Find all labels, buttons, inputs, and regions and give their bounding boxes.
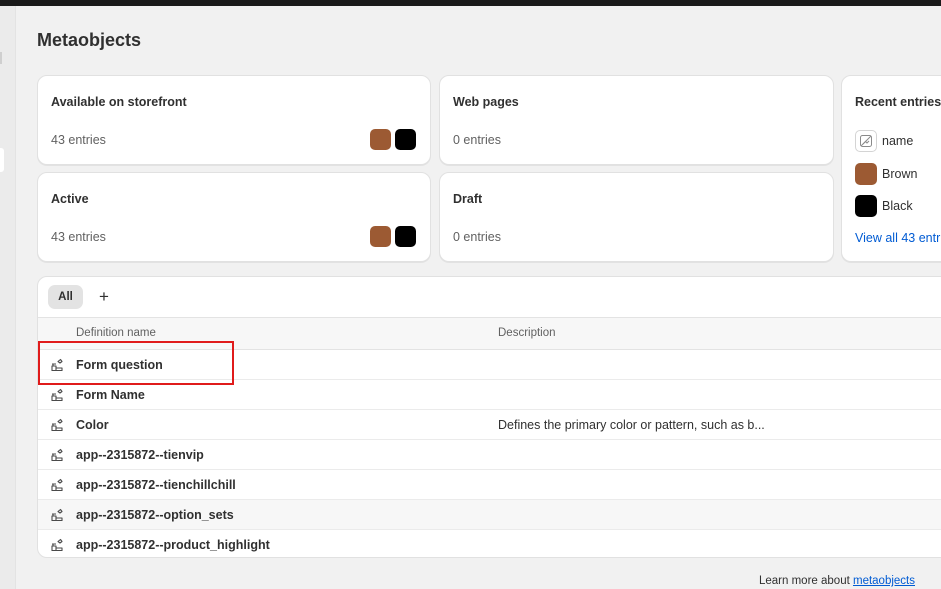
swatch-black	[395, 129, 416, 150]
metaobject-icon	[50, 388, 64, 402]
highlight-box	[38, 341, 234, 385]
card-title: Web pages	[453, 95, 519, 109]
table-row[interactable]: app--2315872--tienvip	[38, 440, 941, 470]
sidebar-marker	[0, 52, 2, 64]
column-definition-name[interactable]: Definition name	[76, 327, 156, 339]
tab-all[interactable]: All	[48, 285, 83, 309]
metaobject-icon	[50, 448, 64, 462]
card-active[interactable]: Active 43 entries	[37, 172, 431, 262]
definition-name: app--2315872--tienchillchill	[76, 478, 236, 492]
definition-name: app--2315872--product_highlight	[76, 538, 270, 552]
swatch-black	[395, 226, 416, 247]
swatch-brown	[370, 129, 391, 150]
table-row[interactable]: app--2315872--tienchillchill	[38, 470, 941, 500]
card-title: Recent entries	[855, 95, 941, 109]
table-row[interactable]: app--2315872--product_highlight	[38, 530, 941, 557]
card-available-on-storefront[interactable]: Available on storefront 43 entries	[37, 75, 431, 165]
card-title: Draft	[453, 192, 483, 206]
card-draft[interactable]: Draft 0 entries	[439, 172, 834, 262]
definition-name: app--2315872--tienvip	[76, 448, 204, 462]
page-title: Metaobjects	[37, 30, 142, 50]
definition-name: app--2315872--option_sets	[76, 508, 234, 522]
table-row[interactable]: app--2315872--option_sets	[38, 500, 941, 530]
sidebar-edge	[0, 6, 16, 589]
recent-entry-label: Brown	[882, 167, 918, 181]
definition-name: Form Name	[76, 388, 145, 402]
add-view-button[interactable]: +	[92, 285, 116, 309]
card-recent-entries: Recent entries name Brown Black View all…	[841, 75, 941, 262]
top-bar	[0, 0, 941, 6]
swatch-brown	[855, 163, 877, 185]
metaobject-icon	[50, 418, 64, 432]
recent-entry-label: name	[882, 134, 914, 148]
column-description[interactable]: Description	[498, 327, 556, 339]
metaobjects-link[interactable]: metaobjects	[853, 575, 915, 587]
footer-text: Learn more about	[759, 575, 853, 587]
metaobject-icon	[50, 508, 64, 522]
definition-name: Color	[76, 418, 109, 432]
recent-entry[interactable]: Black	[855, 195, 913, 217]
swatch-brown	[370, 226, 391, 247]
definition-description: Defines the primary color or pattern, su…	[498, 418, 765, 432]
table-row[interactable]: Color Defines the primary color or patter…	[38, 410, 941, 440]
definitions-table: All + Definition name Description Form q…	[37, 276, 941, 558]
image-placeholder-icon	[855, 130, 877, 152]
footer-learn-more: Learn more about metaobjects	[759, 575, 915, 587]
sidebar-active-indicator[interactable]	[0, 148, 4, 172]
metaobject-icon	[50, 478, 64, 492]
card-title: Available on storefront	[51, 95, 187, 109]
swatch-black	[855, 195, 877, 217]
recent-entry[interactable]: name	[855, 130, 913, 152]
view-all-entries-link[interactable]: View all 43 entries	[855, 231, 941, 245]
card-count: 0 entries	[453, 133, 501, 147]
card-title: Active	[51, 192, 89, 206]
recent-entry[interactable]: Brown	[855, 163, 917, 185]
card-count: 43 entries	[51, 230, 106, 244]
metaobject-icon	[50, 538, 64, 552]
card-count: 43 entries	[51, 133, 106, 147]
recent-entry-label: Black	[882, 199, 913, 213]
card-count: 0 entries	[453, 230, 501, 244]
card-web-pages[interactable]: Web pages 0 entries	[439, 75, 834, 165]
